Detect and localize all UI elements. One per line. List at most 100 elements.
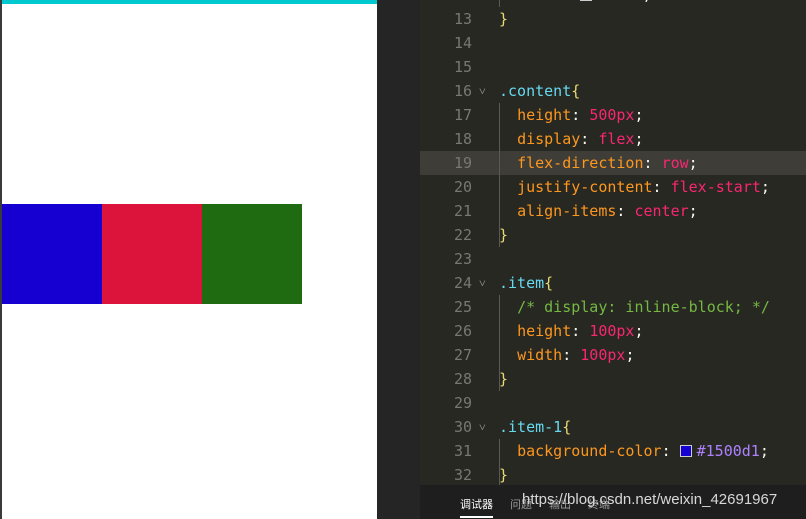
line-number: 31 xyxy=(453,442,472,460)
code-line[interactable]: 18 display: flex; xyxy=(420,127,806,151)
fold-chevron-icon[interactable]: ˅ xyxy=(479,271,486,295)
code-text: } xyxy=(499,223,508,247)
editor-side-strip xyxy=(377,0,420,519)
line-number: 18 xyxy=(453,130,472,148)
fold-chevron-icon[interactable]: ˅ xyxy=(479,79,486,103)
code-line[interactable]: 26 height: 100px; xyxy=(420,319,806,343)
line-number: 23 xyxy=(453,250,472,268)
code-line[interactable]: 16 ˅ .content{ xyxy=(420,79,806,103)
code-line[interactable]: 28} xyxy=(420,367,806,391)
code-line[interactable]: 12 color: white; xyxy=(420,0,806,7)
code-text: align-items: center; xyxy=(499,199,698,223)
code-token: width xyxy=(517,346,563,364)
code-token: : xyxy=(580,130,599,148)
code-line[interactable]: 29 xyxy=(420,391,806,415)
code-token: ; xyxy=(688,202,698,220)
item-1-box xyxy=(2,204,102,304)
code-token: : xyxy=(571,106,590,124)
line-number: 30 xyxy=(453,418,472,436)
code-line[interactable]: 27 width: 100px; xyxy=(420,343,806,367)
code-text: .item-1{ xyxy=(499,415,571,439)
code-token: 100px xyxy=(589,322,635,340)
code-token: ; xyxy=(634,106,644,124)
code-line[interactable]: 14 xyxy=(420,31,806,55)
preview-top-accent-bar xyxy=(2,0,377,4)
code-text: } xyxy=(499,367,508,391)
code-line[interactable]: 21 align-items: center; xyxy=(420,199,806,223)
code-token: ; xyxy=(625,346,635,364)
code-token: flex-start xyxy=(670,178,761,196)
code-token: ; xyxy=(634,130,644,148)
code-text: width: 100px; xyxy=(499,343,634,367)
code-token: flex-direction xyxy=(517,154,644,172)
color-swatch-icon[interactable] xyxy=(580,0,593,1)
code-lines: 12 color: white;13}141516˅.content{17 he… xyxy=(420,0,806,485)
code-text: .item{ xyxy=(499,271,553,295)
code-text: } xyxy=(499,463,508,485)
code-line[interactable]: 25 /* display: inline-block; */ xyxy=(420,295,806,319)
fold-chevron-icon[interactable]: ˅ xyxy=(479,415,486,439)
watermark-url: https://blog.csdn.net/weixin_42691967 xyxy=(522,491,778,508)
code-token: 500px xyxy=(589,106,635,124)
code-line[interactable]: 15 xyxy=(420,55,806,79)
code-token: justify-content xyxy=(517,178,653,196)
code-line[interactable]: 32} xyxy=(420,463,806,485)
code-text: } xyxy=(499,7,508,31)
code-line[interactable]: 19 flex-direction: row; xyxy=(420,151,806,175)
bottom-panel-bar: 调试器 问题 输出 终端 https://blog.csdn.net/weixin_4… xyxy=(420,485,806,519)
code-token: .item xyxy=(499,274,545,292)
code-text: background-color: #1500d1; xyxy=(499,439,769,463)
panel-tab-0[interactable]: 调试器 xyxy=(460,496,493,518)
code-line[interactable]: 31 background-color: #1500d1; xyxy=(420,439,806,463)
code-token: .item-1 xyxy=(499,418,563,436)
code-token: : xyxy=(652,178,671,196)
line-number: 13 xyxy=(453,10,472,28)
code-line[interactable]: 17 height: 500px; xyxy=(420,103,806,127)
code-token: ; xyxy=(760,178,770,196)
code-token: { xyxy=(571,82,581,100)
code-line[interactable]: 30 ˅ .item-1{ xyxy=(420,415,806,439)
code-text: /* display: inline-block; */ xyxy=(499,295,770,319)
code-text: height: 500px; xyxy=(499,103,644,127)
line-number: 28 xyxy=(453,370,472,388)
code-token: align-items xyxy=(517,202,617,220)
code-token: 100px xyxy=(580,346,626,364)
code-line[interactable]: 22} xyxy=(420,223,806,247)
code-line[interactable]: 20 justify-content: flex-start; xyxy=(420,175,806,199)
preview-pane xyxy=(0,0,377,519)
code-token: : xyxy=(562,0,580,4)
indent-guide xyxy=(499,439,500,485)
code-text: height: 100px; xyxy=(499,319,644,343)
code-token: height xyxy=(517,106,572,124)
line-number: 24 xyxy=(453,274,472,292)
line-number: 20 xyxy=(453,178,472,196)
code-token: : xyxy=(562,346,581,364)
code-token: : xyxy=(616,202,635,220)
line-number: 29 xyxy=(453,394,472,412)
code-token: display xyxy=(517,130,581,148)
code-token: color xyxy=(517,0,562,4)
code-editor[interactable]: 12 color: white;13}141516˅.content{17 he… xyxy=(420,0,806,485)
code-line[interactable]: 24 ˅ .item{ xyxy=(420,271,806,295)
code-token: background-color xyxy=(517,442,662,460)
color-swatch-icon[interactable] xyxy=(679,445,692,457)
code-token: ; xyxy=(634,322,644,340)
code-line[interactable]: 23 xyxy=(420,247,806,271)
code-text: justify-content: flex-start; xyxy=(499,175,770,199)
line-number: 21 xyxy=(453,202,472,220)
code-line[interactable]: 13} xyxy=(420,7,806,31)
code-token: /* display: inline-block; */ xyxy=(517,298,770,316)
code-token: ; xyxy=(642,0,651,4)
line-number: 14 xyxy=(453,34,472,52)
code-token: : xyxy=(643,154,662,172)
line-number: 26 xyxy=(453,322,472,340)
code-token: } xyxy=(499,226,509,244)
line-number: 17 xyxy=(453,106,472,124)
line-number: 27 xyxy=(453,346,472,364)
code-token: } xyxy=(499,370,509,388)
